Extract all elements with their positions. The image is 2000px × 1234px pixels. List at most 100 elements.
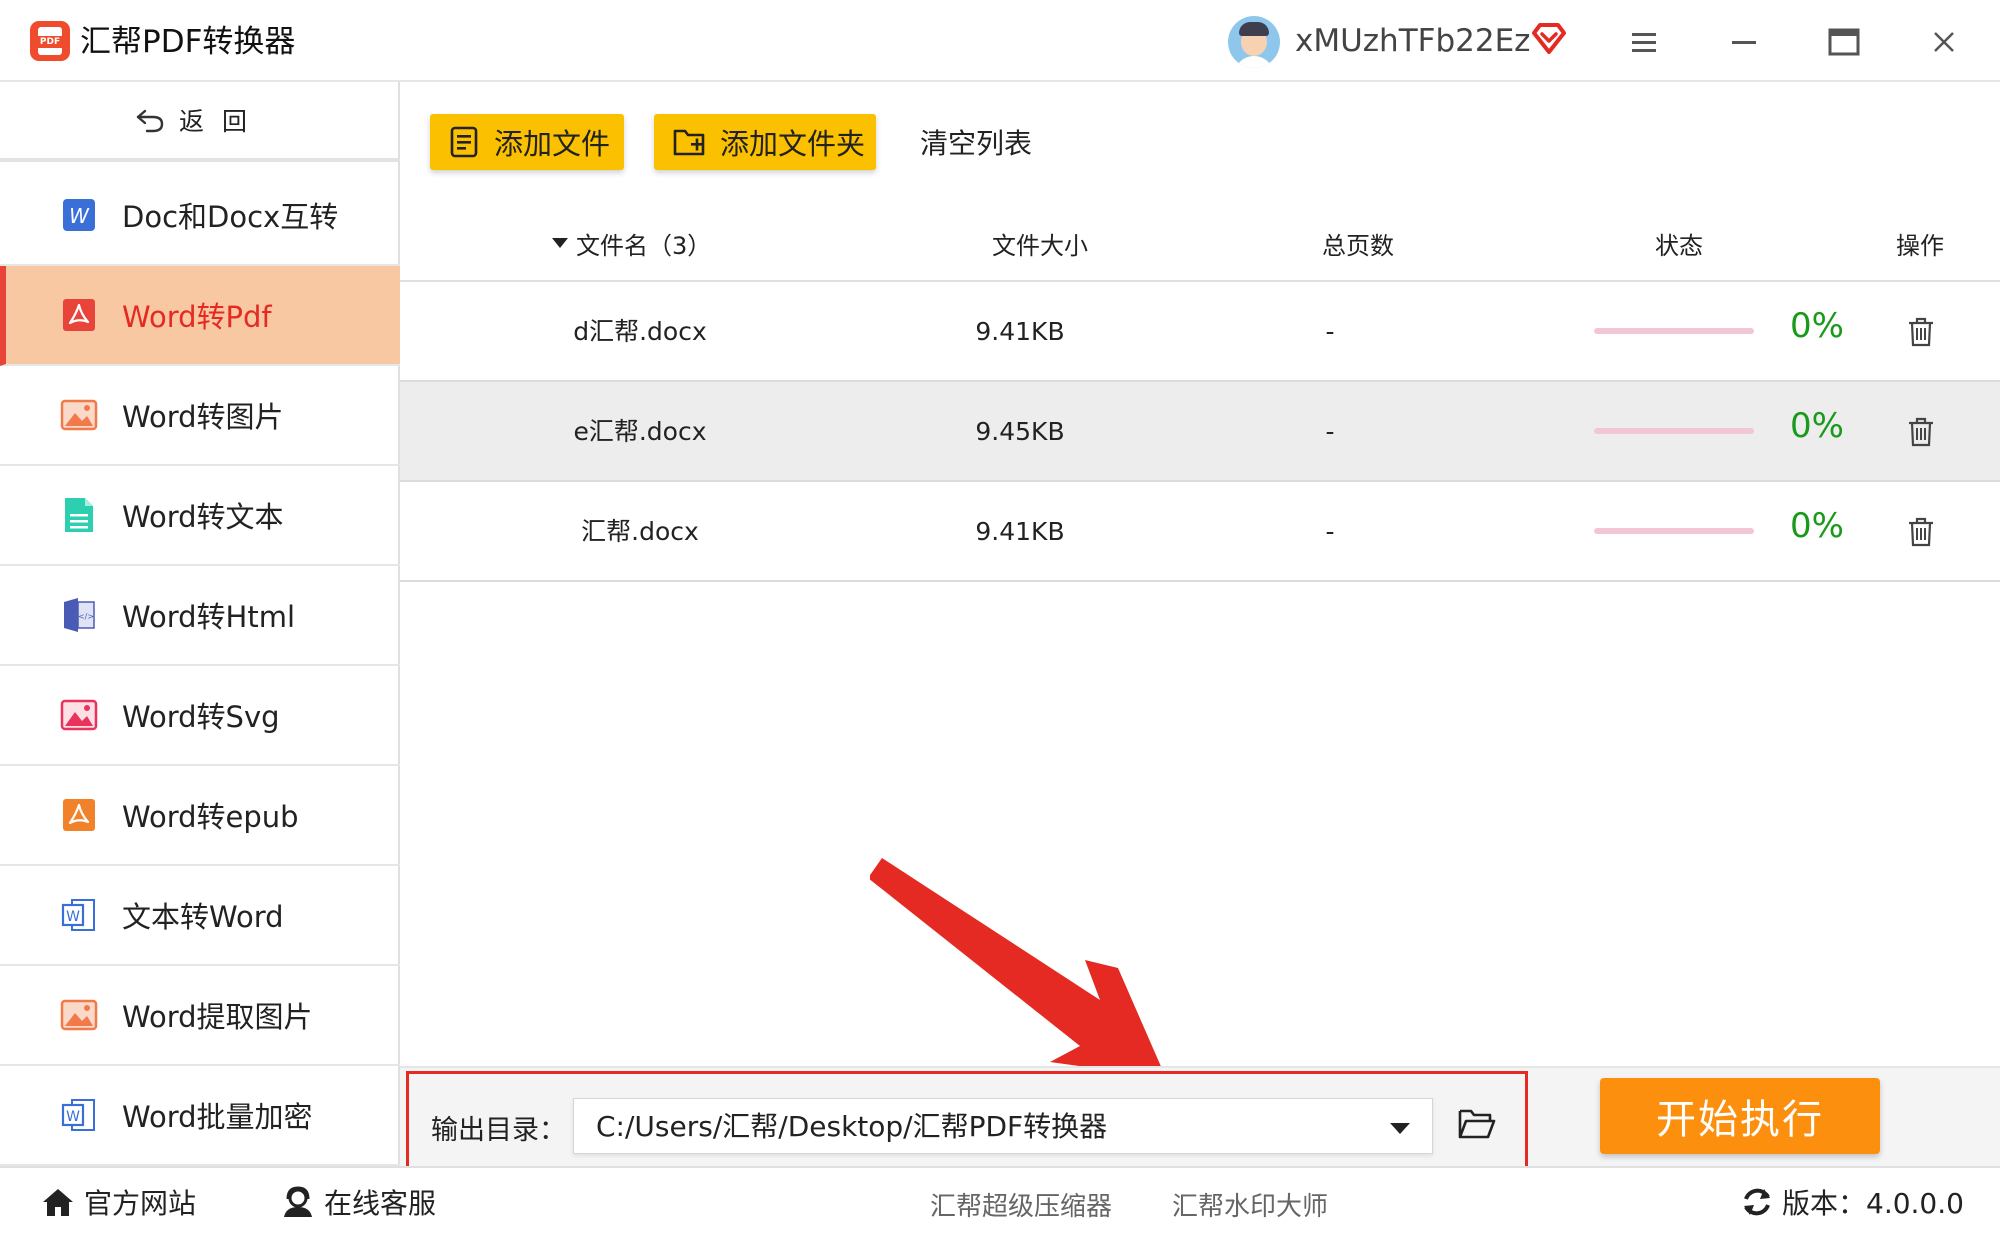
output-bar: 输出目录： C:/Users/汇帮/Desktop/汇帮PDF转换器 开始执行 bbox=[400, 1066, 2000, 1175]
file-size: 9.41KB bbox=[975, 317, 1065, 346]
header-status: 状态 bbox=[1655, 232, 1703, 260]
back-arrow-icon bbox=[136, 109, 164, 133]
app-window: PDF 汇帮PDF转换器 xMUzhTFb22Ez 返回 W Doc和Docx互… bbox=[0, 0, 2000, 1234]
minimize-button[interactable] bbox=[1722, 20, 1766, 64]
refresh-icon[interactable] bbox=[1740, 1185, 1774, 1219]
app-logo-text: PDF bbox=[36, 36, 64, 48]
chevron-down-icon[interactable] bbox=[1390, 1123, 1410, 1134]
sort-desc-icon[interactable] bbox=[552, 238, 568, 248]
version-label: 版本：4.0.0.0 bbox=[1782, 1187, 1964, 1220]
title-bar: PDF 汇帮PDF转换器 xMUzhTFb22Ez bbox=[0, 0, 2000, 82]
table-header: 文件名（3） 文件大小 总页数 状态 操作 bbox=[400, 202, 2000, 282]
output-label: 输出目录： bbox=[431, 1115, 566, 1146]
maximize-button[interactable] bbox=[1822, 20, 1866, 64]
sidebar-item-word-extract-image[interactable]: Word提取图片 bbox=[0, 966, 400, 1066]
progress-bar bbox=[1594, 428, 1754, 434]
progress-percent: 0% bbox=[1790, 406, 1844, 446]
word-lock-icon: W bbox=[61, 1099, 95, 1131]
page-count: - bbox=[1325, 417, 1335, 446]
svg-text:W: W bbox=[66, 909, 80, 925]
sidebar-item-word-text[interactable]: Word转文本 bbox=[0, 466, 400, 566]
add-folder-icon bbox=[673, 129, 705, 156]
official-website-link[interactable]: 官方网站 bbox=[40, 1182, 196, 1222]
page-count: - bbox=[1325, 317, 1335, 346]
header-filename[interactable]: 文件名（3） bbox=[576, 226, 711, 261]
sidebar-item-label: Word转Pdf bbox=[122, 300, 272, 334]
online-support-link[interactable]: 在线客服 bbox=[280, 1182, 436, 1222]
folder-open-icon[interactable] bbox=[1457, 1106, 1497, 1142]
hamburger-icon bbox=[1632, 33, 1656, 52]
clear-list-button[interactable]: 清空列表 bbox=[920, 122, 1032, 162]
close-icon bbox=[1934, 32, 1954, 52]
sidebar-item-word-html[interactable]: </> Word转Html bbox=[0, 566, 400, 666]
output-path-select[interactable]: C:/Users/汇帮/Desktop/汇帮PDF转换器 bbox=[573, 1098, 1433, 1154]
output-highlight-box: 输出目录： C:/Users/汇帮/Desktop/汇帮PDF转换器 bbox=[406, 1071, 1528, 1175]
close-button[interactable] bbox=[1922, 20, 1966, 64]
html-icon: </> bbox=[64, 598, 95, 632]
epub-icon bbox=[63, 799, 95, 831]
sidebar-item-label: Word提取图片 bbox=[122, 1000, 313, 1034]
header-actions: 操作 bbox=[1896, 232, 1944, 260]
file-name: d汇帮.docx bbox=[573, 317, 707, 346]
trash-icon[interactable] bbox=[1906, 516, 1936, 548]
sidebar-item-text-word[interactable]: W 文本转Word bbox=[0, 866, 400, 966]
sidebar-item-label: Word转图片 bbox=[122, 400, 284, 434]
maximize-icon bbox=[1828, 28, 1860, 56]
compressor-link[interactable]: 汇帮超级压缩器 bbox=[930, 1186, 1112, 1223]
watermark-link[interactable]: 汇帮水印大师 bbox=[1172, 1186, 1328, 1223]
image-icon bbox=[60, 399, 98, 431]
table-row[interactable]: e汇帮.docx 9.45KB - 0% bbox=[400, 382, 2000, 482]
sidebar-item-label: Word转Svg bbox=[122, 700, 280, 734]
extract-image-icon bbox=[60, 999, 98, 1031]
add-file-label: 添加文件 bbox=[494, 127, 611, 161]
table-row[interactable]: d汇帮.docx 9.41KB - 0% bbox=[400, 282, 2000, 382]
sidebar-item-doc-docx[interactable]: W Doc和Docx互转 bbox=[0, 166, 400, 266]
menu-button[interactable] bbox=[1622, 20, 1666, 64]
sidebar-item-label: Word转Html bbox=[122, 600, 296, 634]
add-folder-button[interactable]: 添加文件夹 bbox=[654, 114, 876, 170]
sidebar-item-word-encrypt[interactable]: W Word批量加密 bbox=[0, 1066, 400, 1166]
add-file-icon bbox=[450, 126, 478, 158]
text-doc-icon bbox=[65, 498, 93, 532]
sidebar-item-word-image[interactable]: Word转图片 bbox=[0, 366, 400, 466]
word-outline-icon: W bbox=[61, 899, 95, 931]
sidebar-item-label: 文本转Word bbox=[122, 900, 284, 934]
progress-percent: 0% bbox=[1790, 506, 1844, 546]
username[interactable]: xMUzhTFb22Ez bbox=[1295, 20, 1530, 62]
sidebar-item-label: Word批量加密 bbox=[122, 1100, 313, 1134]
start-button[interactable]: 开始执行 bbox=[1600, 1078, 1880, 1154]
app-logo: PDF bbox=[30, 21, 70, 61]
add-folder-label: 添加文件夹 bbox=[720, 127, 866, 161]
toolbar: 添加文件 添加文件夹 清空列表 bbox=[400, 82, 2000, 202]
sidebar-item-word-pdf[interactable]: Word转Pdf bbox=[0, 266, 400, 366]
sidebar-item-label: Word转文本 bbox=[122, 500, 284, 534]
home-icon bbox=[43, 1189, 73, 1216]
word-icon: W bbox=[63, 199, 95, 231]
sidebar-item-word-svg[interactable]: Word转Svg bbox=[0, 666, 400, 766]
add-file-button[interactable]: 添加文件 bbox=[430, 114, 624, 170]
header-pages: 总页数 bbox=[1322, 232, 1394, 260]
trash-icon[interactable] bbox=[1906, 416, 1936, 448]
sidebar-item-word-epub[interactable]: Word转epub bbox=[0, 766, 400, 866]
progress-bar bbox=[1594, 528, 1754, 534]
start-button-label: 开始执行 bbox=[1656, 1097, 1824, 1143]
progress-percent: 0% bbox=[1790, 306, 1844, 346]
sidebar-item-label: Word转epub bbox=[122, 800, 299, 834]
footer: 官方网站 在线客服 汇帮超级压缩器 汇帮水印大师 版本：4.0.0.0 bbox=[0, 1166, 2000, 1234]
pdf-icon bbox=[63, 299, 95, 331]
svg-text:</>: </> bbox=[78, 612, 94, 621]
file-name: e汇帮.docx bbox=[573, 417, 707, 446]
support-agent-icon bbox=[284, 1186, 312, 1217]
header-filesize: 文件大小 bbox=[992, 232, 1088, 260]
svg-text:W: W bbox=[66, 1109, 80, 1125]
back-button[interactable]: 返回 bbox=[0, 82, 400, 162]
table-row[interactable]: 汇帮.docx 9.41KB - 0% bbox=[400, 482, 2000, 582]
user-avatar[interactable] bbox=[1228, 16, 1280, 68]
official-website-label: 官方网站 bbox=[84, 1187, 197, 1220]
vip-diamond-icon[interactable] bbox=[1531, 20, 1567, 56]
trash-icon[interactable] bbox=[1906, 316, 1936, 348]
annotation-arrow-icon bbox=[870, 858, 1166, 1078]
svg-text:W: W bbox=[69, 204, 90, 228]
svg-image-icon bbox=[60, 699, 98, 731]
page-count: - bbox=[1325, 517, 1335, 546]
